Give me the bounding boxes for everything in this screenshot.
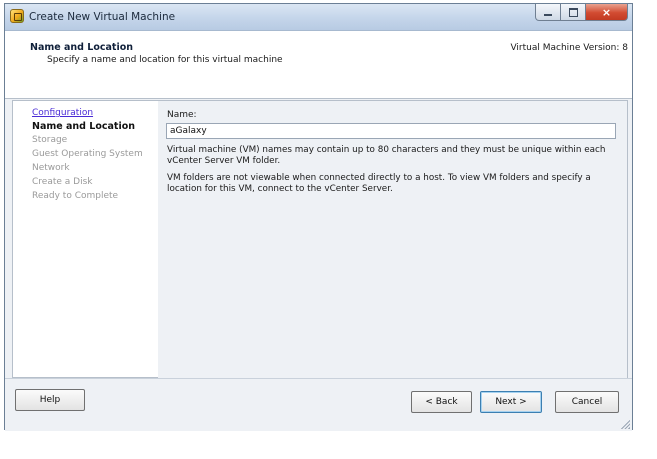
back-button[interactable]: < Back: [411, 391, 472, 413]
help-button[interactable]: Help: [15, 389, 85, 411]
step-network: Network: [32, 163, 70, 173]
close-icon: ×: [601, 5, 612, 19]
step-storage: Storage: [32, 135, 68, 145]
step-ready-to-complete: Ready to Complete: [32, 191, 119, 201]
maximize-button[interactable]: [561, 4, 586, 21]
folder-info-text: VM folders are not viewable when connect…: [167, 173, 591, 194]
resize-grip-icon[interactable]: [620, 419, 630, 429]
vm-version-label: Virtual Machine Version: 8: [510, 43, 628, 53]
dialog-window: Create New Virtual Machine × Name and Lo…: [4, 3, 633, 431]
maximize-icon: [568, 7, 578, 17]
window-title: Create New Virtual Machine: [29, 11, 176, 23]
minimize-icon: [544, 13, 552, 16]
wizard-footer: Help < Back Next > Cancel: [5, 378, 632, 431]
step-name-and-location: Name and Location: [32, 121, 136, 132]
wizard-steps-sidebar: Configuration Name and Location Storage …: [12, 100, 158, 378]
title-bar[interactable]: Create New Virtual Machine ×: [5, 4, 632, 31]
cancel-button[interactable]: Cancel: [555, 391, 619, 413]
step-create-a-disk: Create a Disk: [32, 177, 93, 187]
wizard-header: Name and Location Specify a name and loc…: [5, 31, 632, 99]
next-button[interactable]: Next >: [480, 391, 542, 413]
wizard-content: Name: Virtual machine (VM) names may con…: [158, 100, 628, 378]
page-subtitle: Specify a name and location for this vir…: [47, 55, 283, 65]
page-title: Name and Location: [30, 42, 134, 53]
minimize-button[interactable]: [535, 4, 561, 21]
name-rules-text: Virtual machine (VM) names may contain u…: [167, 145, 606, 166]
window-controls: ×: [535, 4, 628, 22]
step-guest-operating-system: Guest Operating System: [32, 149, 143, 159]
name-label: Name:: [167, 110, 197, 120]
step-configuration[interactable]: Configuration: [32, 108, 93, 118]
vsphere-vm-icon: [10, 9, 24, 23]
vm-name-input[interactable]: [166, 123, 616, 139]
close-button[interactable]: ×: [586, 4, 628, 21]
